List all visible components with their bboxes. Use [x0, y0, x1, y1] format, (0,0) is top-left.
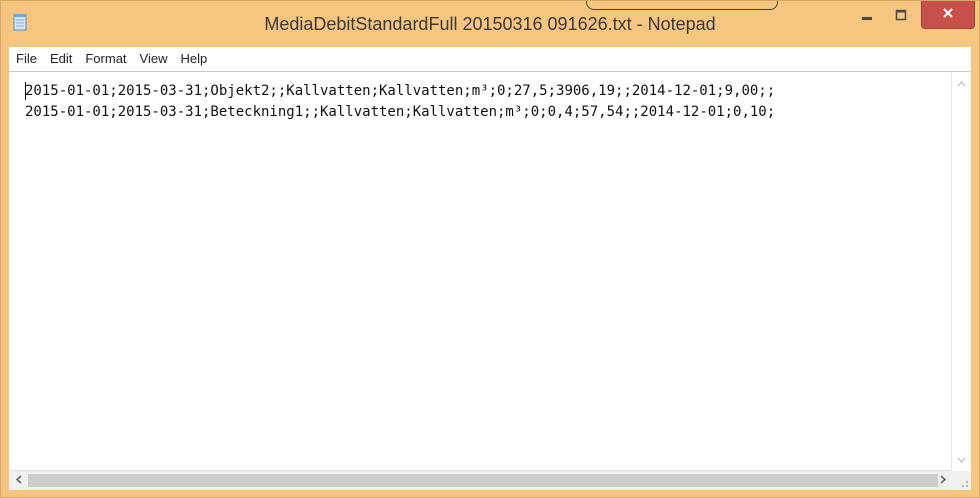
- scroll-up-arrow-icon[interactable]: [952, 74, 971, 93]
- title-bar[interactable]: MediaDebitStandardFull 20150316 091626.t…: [1, 1, 979, 47]
- menu-format[interactable]: Format: [79, 47, 132, 71]
- text-editor[interactable]: 2015-01-01;2015-03-31;Objekt2;;Kallvatte…: [9, 72, 952, 471]
- maximize-button[interactable]: [885, 3, 917, 31]
- menu-edit[interactable]: Edit: [44, 47, 78, 71]
- horizontal-scrollbar[interactable]: [9, 470, 952, 490]
- title-annotation-arc: [586, 1, 778, 10]
- menu-view[interactable]: View: [134, 47, 174, 71]
- vertical-scrollbar[interactable]: [951, 72, 971, 471]
- scroll-left-arrow-icon[interactable]: [9, 471, 28, 490]
- maximize-icon: [895, 8, 907, 26]
- close-button[interactable]: [921, 1, 975, 29]
- editor-text: 2015-01-01;2015-03-31;Objekt2;;Kallvatte…: [25, 81, 775, 123]
- close-icon: [942, 6, 954, 24]
- text-caret: [25, 82, 26, 100]
- text-line-1: 2015-01-01;2015-03-31;Objekt2;;Kallvatte…: [25, 83, 776, 99]
- horizontal-scroll-thumb[interactable]: [28, 474, 938, 487]
- window-title: MediaDebitStandardFull 20150316 091626.t…: [264, 14, 716, 34]
- scroll-right-arrow-icon[interactable]: [933, 471, 952, 490]
- menu-file[interactable]: File: [9, 47, 43, 71]
- text-line-2: 2015-01-01;2015-03-31;Beteckning1;;Kallv…: [25, 104, 776, 120]
- resize-grip-icon[interactable]: [952, 471, 971, 490]
- minimize-icon: [861, 8, 873, 26]
- editor-frame: 2015-01-01;2015-03-31;Objekt2;;Kallvatte…: [9, 71, 971, 490]
- menu-help[interactable]: Help: [174, 47, 213, 71]
- notepad-window: MediaDebitStandardFull 20150316 091626.t…: [0, 0, 980, 498]
- scroll-down-arrow-icon[interactable]: [952, 450, 971, 469]
- menu-bar: File Edit Format View Help: [9, 47, 971, 71]
- minimize-button[interactable]: [853, 3, 881, 31]
